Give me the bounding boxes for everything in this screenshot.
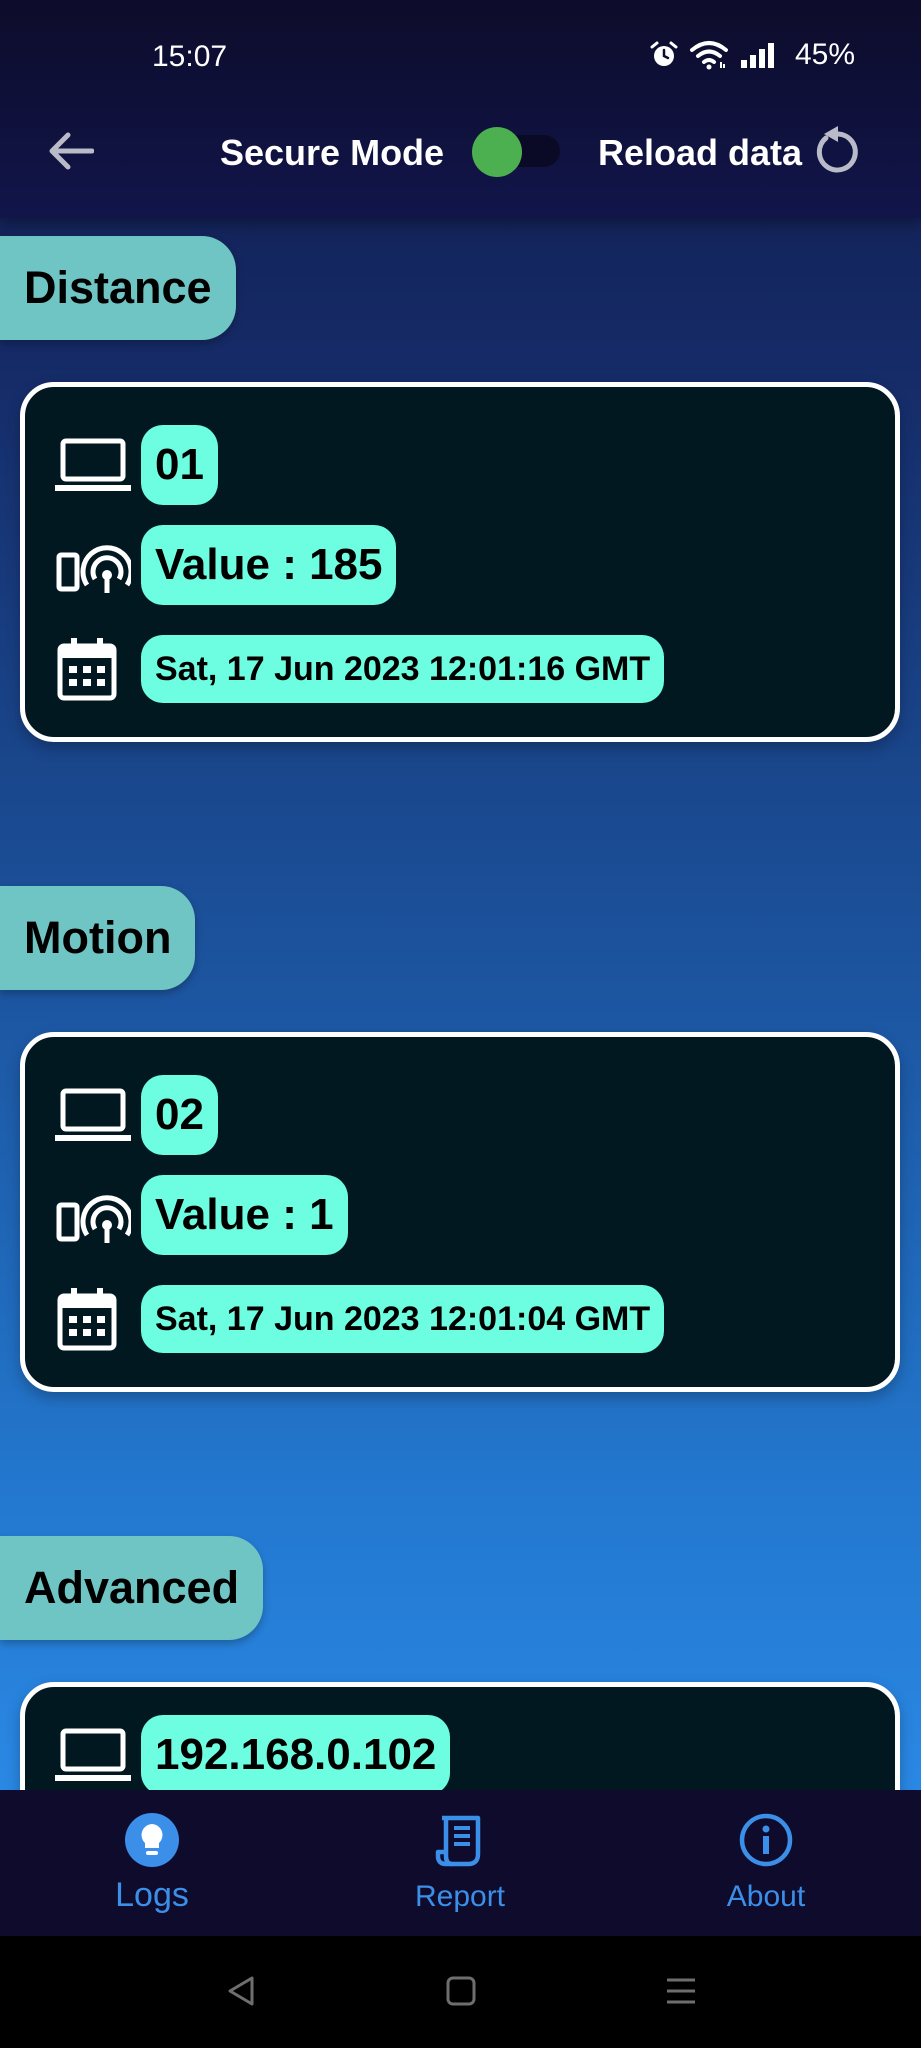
- nav-label-logs: Logs: [115, 1876, 189, 1914]
- square-home-icon: [446, 1976, 476, 2006]
- nav-item-logs[interactable]: Logs: [52, 1790, 252, 1936]
- section-title-advanced: Advanced: [0, 1536, 264, 1640]
- wifi-icon: [689, 41, 728, 70]
- bottom-navigation: Logs Report About: [0, 1790, 921, 1936]
- sensor-value: Value : 1: [141, 1175, 348, 1255]
- secure-mode-toggle[interactable]: [472, 127, 562, 177]
- section-title-distance: Distance: [0, 236, 236, 340]
- system-recents-button[interactable]: [656, 1966, 706, 2016]
- toggle-thumb: [472, 127, 522, 177]
- calendar-icon: [55, 629, 141, 709]
- battery-percent: 45%: [794, 38, 855, 71]
- refresh-icon[interactable]: [808, 124, 864, 180]
- lightbulb-icon: [122, 1810, 182, 1870]
- sensor-signal-icon: [55, 525, 141, 605]
- sensor-value: Value : 185: [141, 525, 397, 605]
- status-icons: 45%: [649, 38, 855, 72]
- device-id: 01: [141, 425, 218, 505]
- menu-lines-icon: [667, 1978, 695, 2004]
- device-id: 02: [141, 1075, 218, 1155]
- nav-item-report[interactable]: Report: [360, 1790, 560, 1936]
- status-time: 15:07: [152, 40, 228, 73]
- arrow-left-icon: [49, 132, 94, 170]
- section-title-motion: Motion: [0, 886, 196, 990]
- laptop-icon: [55, 1715, 141, 1795]
- secure-mode-label: Secure Mode: [220, 132, 445, 173]
- reload-data-button[interactable]: Reload data: [598, 132, 802, 174]
- system-navigation-bar: [0, 1936, 921, 2048]
- app-screen: 15:07 45% Secure Mode Reload data Distan…: [0, 0, 921, 2048]
- receipt-icon: [430, 1810, 490, 1870]
- signal-icon: [740, 43, 774, 68]
- nav-label-about: About: [726, 1880, 806, 1913]
- top-bar: 15:07 45% Secure Mode Reload data: [0, 0, 921, 218]
- sensor-signal-icon: [55, 1175, 141, 1255]
- timestamp: Sat, 17 Jun 2023 12:01:16 GMT: [141, 635, 665, 703]
- calendar-icon: [55, 1279, 141, 1359]
- back-button[interactable]: [44, 124, 98, 178]
- nav-label-report: Report: [414, 1880, 506, 1913]
- system-home-button[interactable]: [436, 1966, 486, 2016]
- info-icon: [736, 1810, 796, 1870]
- timestamp: Sat, 17 Jun 2023 12:01:04 GMT: [141, 1285, 665, 1353]
- triangle-back-icon: [228, 1976, 254, 2006]
- device-id: 192.168.0.102: [141, 1715, 451, 1795]
- nav-item-about[interactable]: About: [666, 1790, 866, 1936]
- alarm-icon: [650, 41, 678, 66]
- sensor-card-motion: 02 Value : 1 Sat, 17 Jun 2023 12:01:04 G…: [20, 1032, 900, 1392]
- system-back-button[interactable]: [216, 1966, 266, 2016]
- sensor-card-distance: 01 Value : 185 Sat, 17 Jun 2023 12:01:16…: [20, 382, 900, 742]
- laptop-icon: [55, 1075, 141, 1155]
- laptop-icon: [55, 425, 141, 505]
